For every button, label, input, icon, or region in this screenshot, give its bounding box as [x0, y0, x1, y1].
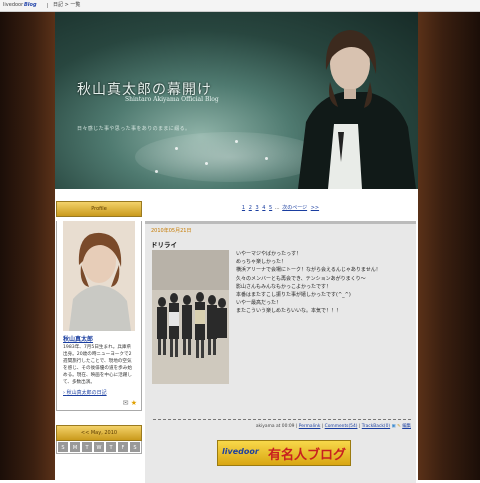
banner-livedoor: livedoor [222, 447, 259, 456]
entry-line: めっちゃ楽しかった！ [236, 259, 287, 266]
comments-link[interactable]: Comments(54) [325, 424, 358, 429]
profile-bio: 1983年、7月5日生まれ。兵庫県出身。20歳の時ニューヨークで2週間旅行したこ… [63, 345, 132, 385]
weekday: T [82, 442, 92, 452]
profile-icons: ✉ ★ [57, 398, 141, 410]
page-link[interactable]: 4 [262, 205, 265, 211]
main-content: 1 2 3 4 5 ... 次のページ >> 2010年05月21日 ドリライ [143, 201, 418, 483]
last-page-link[interactable]: >> [311, 205, 319, 211]
left-background [0, 12, 55, 480]
profile-diary-link-label: 秋山真太郎の日記 [66, 390, 107, 396]
sparkle [155, 170, 158, 173]
profile-heading: Profile [56, 201, 142, 217]
page-link[interactable]: 3 [255, 205, 258, 211]
pagination: 1 2 3 4 5 ... 次のページ >> [143, 201, 418, 214]
star-icon[interactable]: ★ [131, 399, 137, 407]
edit-icon[interactable]: ✎ [397, 424, 401, 429]
profile-photo[interactable] [63, 221, 135, 331]
next-page-link[interactable]: 次のページ [282, 205, 307, 211]
calendar-heading[interactable]: << May, 2010 [56, 425, 142, 441]
page-link[interactable]: 2 [249, 205, 252, 211]
weekday: W [94, 442, 104, 452]
weekday: F [118, 442, 128, 452]
entry-line: いやー最高だった！ [236, 300, 282, 307]
weekday: S [58, 442, 68, 452]
trackback-link[interactable]: TrackBack(0) [362, 424, 390, 429]
entry-line: またこういう楽しめたらいいな。本気で！！！ [236, 308, 342, 315]
sidebar: Profile 秋山真太郎 1983年、7月5日生まれ。兵庫県出身。20歳の時ニ… [56, 201, 142, 480]
sparkle [235, 140, 238, 143]
entry-title[interactable]: ドリライ [145, 237, 416, 251]
profile-box: 秋山真太郎 1983年、7月5日生まれ。兵庫県出身。20歳の時ニューヨークで2週… [56, 221, 142, 411]
mail-icon[interactable]: ✉ [123, 399, 129, 407]
calendar-weekdays: S M T W T F S [56, 441, 142, 454]
entry-author: akiyama [255, 424, 275, 429]
entry-line: いやーマジやばかったっす！ [236, 251, 302, 257]
clip-icon[interactable]: ▣ [392, 424, 396, 429]
entry-line: 影山さんもみんなもかっこよかったです！ [236, 283, 332, 290]
page-link[interactable]: 5 [269, 205, 272, 211]
entry-footer: akiyama at 00:09 | Permalink | Comments(… [255, 424, 411, 429]
profile-diary-link[interactable]: › 秋山真太郎の日記 [57, 387, 141, 398]
entry-line: 久々のメンバーとも再会でき、テンションあがりまくり〜 [236, 275, 366, 282]
right-background [418, 12, 480, 480]
entry-time: at 00:09 [275, 424, 295, 429]
top-bar: livedoor Blog 日記 > 一覧 [0, 0, 480, 12]
entry-photo[interactable] [152, 250, 229, 384]
sparkle [175, 147, 178, 150]
pager-ellipsis: ... [274, 205, 280, 211]
entry-date: 2010年05月21日 [151, 228, 192, 234]
permalink-link[interactable]: Permalink [299, 424, 321, 429]
blog-header: 秋山真太郎の幕開け Shintaro Akiyama Official Blog… [55, 12, 418, 189]
header-portrait [298, 30, 416, 189]
celebrity-blog-banner[interactable]: livedoor 有名人ブログ [217, 440, 351, 466]
profile-name[interactable]: 秋山真太郎 [57, 331, 141, 343]
blog-entry: 2010年05月21日 ドリライ いやーマジやばかったっす！ めっちゃ楽しかった… [145, 221, 416, 483]
blog-tagline: 日々感じた事や思った事をありのままに綴る。 [77, 126, 191, 132]
blog-logo[interactable]: Blog [24, 0, 37, 11]
entry-body: いやーマジやばかったっす！ めっちゃ楽しかった！ 横浜アリーナで会場にトーク！な… [236, 250, 412, 316]
sparkle [205, 162, 208, 165]
banner-text: 有名人ブログ [268, 448, 347, 463]
blog-subtitle: Shintaro Akiyama Official Blog [125, 96, 219, 103]
divider [47, 3, 48, 8]
breadcrumb[interactable]: 日記 > 一覧 [53, 0, 80, 11]
livedoor-logo[interactable]: livedoor [3, 0, 23, 11]
entry-divider [153, 419, 411, 420]
entry-line: 本番はまたすこし振りた事が嬉しかったです(^_^) [236, 292, 351, 299]
page-body: 秋山真太郎の幕開け Shintaro Akiyama Official Blog… [55, 12, 418, 483]
page-link[interactable]: 1 [242, 205, 245, 211]
weekday: T [106, 442, 116, 452]
entry-line: 横浜アリーナで会場にトーク！ながら会えるんじゃありません！ [236, 267, 381, 274]
weekday: M [70, 442, 80, 452]
weekday: S [130, 442, 140, 452]
edit-link[interactable]: 編集 [402, 424, 411, 429]
